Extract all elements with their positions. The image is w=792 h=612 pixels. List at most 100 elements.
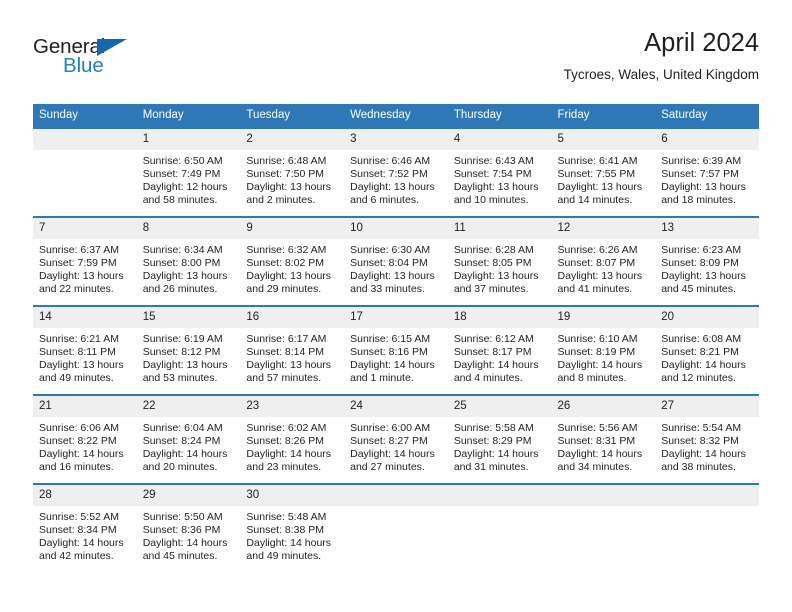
day-number: 12 (551, 218, 656, 239)
calendar-day-cell[interactable]: 20 Sunrise: 6:08 AM Sunset: 8:21 PM Dayligh… (655, 305, 759, 395)
sunrise-time: Sunrise: 6:37 AM (39, 244, 119, 256)
sunrise-time: Sunrise: 6:17 AM (246, 333, 327, 345)
calendar-day-cell[interactable]: 8 Sunrise: 6:34 AM Sunset: 8:00 PM Daylight… (136, 216, 241, 306)
day-details: Sunrise: 6:26 AM Sunset: 8:07 PM Daylight:… (552, 239, 656, 296)
day-details: Sunrise: 5:56 AM Sunset: 8:31 PM Daylight:… (552, 417, 656, 474)
sunset-time: Sunset: 8:09 PM (661, 257, 739, 270)
weekday-header-monday: Monday (136, 104, 241, 128)
day-details: Sunrise: 5:54 AM Sunset: 8:32 PM Daylight:… (655, 417, 759, 474)
sunset-time: Sunset: 8:12 PM (142, 346, 221, 359)
calendar-day-cell[interactable]: 21 Sunrise: 6:06 AM Sunset: 8:22 PM Dayligh… (33, 394, 137, 484)
calendar-day-cell[interactable]: 7 Sunrise: 6:37 AM Sunset: 7:59 PM Daylight… (33, 216, 137, 306)
calendar-empty-cell (551, 483, 656, 573)
calendar-day-cell[interactable]: 10 Sunrise: 6:30 AM Sunset: 8:04 PM Dayligh… (344, 216, 448, 306)
sunset-time: Sunset: 8:19 PM (557, 346, 636, 359)
day-details: Sunrise: 6:46 AM Sunset: 7:52 PM Daylight:… (344, 150, 448, 207)
sunrise-time: Sunrise: 6:02 AM (246, 422, 327, 434)
daylight-duration-line1: Daylight: 14 hours (39, 448, 124, 461)
sunset-time: Sunset: 7:52 PM (350, 168, 428, 181)
calendar-day-cell[interactable]: 17 Sunrise: 6:15 AM Sunset: 8:16 PM Dayligh… (344, 305, 448, 395)
daylight-duration-line2: and 31 minutes. (453, 461, 529, 474)
sunset-time: Sunset: 8:27 PM (350, 435, 428, 448)
sunrise-time: Sunrise: 6:10 AM (557, 333, 638, 345)
calendar-day-cell[interactable]: 13 Sunrise: 6:23 AM Sunset: 8:09 PM Dayligh… (655, 216, 759, 306)
day-number: 17 (344, 307, 448, 328)
calendar-day-cell[interactable]: 14 Sunrise: 6:21 AM Sunset: 8:11 PM Dayligh… (33, 305, 137, 395)
weekday-header-sunday: Sunday (33, 104, 137, 128)
calendar-day-cell[interactable]: 1 Sunrise: 6:50 AM Sunset: 7:49 PM Daylight… (136, 127, 241, 217)
day-details: Sunrise: 6:00 AM Sunset: 8:27 PM Daylight:… (344, 417, 448, 474)
calendar-day-cell[interactable]: 25 Sunrise: 5:58 AM Sunset: 8:29 PM Dayligh… (447, 394, 552, 484)
calendar-day-cell[interactable]: 24 Sunrise: 6:00 AM Sunset: 8:27 PM Dayligh… (344, 394, 448, 484)
calendar-day-cell[interactable]: 23 Sunrise: 6:02 AM Sunset: 8:26 PM Dayligh… (240, 394, 345, 484)
day-number: 15 (136, 307, 241, 328)
daylight-duration-line1: Daylight: 13 hours (350, 181, 435, 194)
daylight-duration-line1: Daylight: 14 hours (39, 537, 124, 550)
daylight-duration-line1: Daylight: 14 hours (142, 537, 228, 550)
calendar-day-cell[interactable]: 12 Sunrise: 6:26 AM Sunset: 8:07 PM Dayligh… (551, 216, 656, 306)
sunrise-time: Sunrise: 6:46 AM (350, 155, 431, 167)
calendar-day-cell[interactable]: 4 Sunrise: 6:43 AM Sunset: 7:54 PM Daylight… (447, 127, 552, 217)
calendar-day-cell[interactable]: 5 Sunrise: 6:41 AM Sunset: 7:55 PM Daylight… (551, 127, 656, 217)
general-blue-logo[interactable]: General Blue (33, 36, 153, 82)
calendar-empty-cell (447, 483, 552, 573)
day-details: Sunrise: 6:17 AM Sunset: 8:14 PM Daylight:… (240, 328, 344, 385)
weekday-header-row: Sunday Monday Tuesday Wednesday Thursday… (33, 104, 759, 128)
calendar-day-cell[interactable]: 27 Sunrise: 5:54 AM Sunset: 8:32 PM Dayligh… (655, 394, 759, 484)
daylight-duration-line1: Daylight: 13 hours (557, 270, 643, 283)
calendar-week-row: 1 Sunrise: 6:50 AM Sunset: 7:49 PM Daylight… (33, 127, 759, 217)
day-number: 23 (240, 396, 345, 417)
sunrise-time: Sunrise: 6:12 AM (453, 333, 534, 345)
sunset-time: Sunset: 8:02 PM (246, 257, 325, 270)
calendar-empty-cell (655, 483, 759, 573)
sunset-time: Sunset: 8:31 PM (557, 435, 636, 448)
daylight-duration-line1: Daylight: 14 hours (557, 448, 643, 461)
day-number: 13 (655, 218, 759, 239)
daylight-duration-line1: Daylight: 13 hours (453, 270, 539, 283)
day-details: Sunrise: 6:12 AM Sunset: 8:17 PM Daylight:… (448, 328, 552, 385)
daylight-duration-line1: Daylight: 14 hours (661, 448, 746, 461)
day-number: 7 (33, 218, 137, 239)
daylight-duration-line2: and 34 minutes. (557, 461, 633, 474)
daylight-duration-line2: and 33 minutes. (350, 283, 425, 296)
calendar-day-cell[interactable]: 28 Sunrise: 5:52 AM Sunset: 8:34 PM Dayligh… (33, 483, 137, 573)
sunrise-time: Sunrise: 6:43 AM (453, 155, 534, 167)
day-details: Sunrise: 5:48 AM Sunset: 8:38 PM Daylight:… (240, 506, 344, 563)
daylight-duration-line2: and 18 minutes. (661, 194, 736, 207)
daylight-duration-line2: and 45 minutes. (661, 283, 736, 296)
day-number: 25 (447, 396, 552, 417)
sunset-time: Sunset: 8:34 PM (39, 524, 117, 537)
calendar-day-cell[interactable]: 19 Sunrise: 6:10 AM Sunset: 8:19 PM Dayligh… (551, 305, 656, 395)
daylight-duration-line2: and 20 minutes. (142, 461, 218, 474)
calendar-day-cell[interactable]: 30 Sunrise: 5:48 AM Sunset: 8:38 PM Dayligh… (240, 483, 345, 573)
daylight-duration-line1: Daylight: 13 hours (39, 270, 124, 283)
day-number: 8 (136, 218, 241, 239)
day-details: Sunrise: 6:15 AM Sunset: 8:16 PM Daylight:… (344, 328, 448, 385)
day-number: 19 (551, 307, 656, 328)
day-number: 22 (136, 396, 241, 417)
calendar-day-cell[interactable]: 11 Sunrise: 6:28 AM Sunset: 8:05 PM Dayligh… (447, 216, 552, 306)
day-number: 29 (136, 485, 241, 506)
day-number: 10 (344, 218, 448, 239)
sunrise-time: Sunrise: 6:23 AM (661, 244, 742, 256)
sunrise-time: Sunrise: 5:50 AM (142, 511, 223, 523)
sunset-time: Sunset: 8:11 PM (39, 346, 116, 359)
calendar-day-cell[interactable]: 9 Sunrise: 6:32 AM Sunset: 8:02 PM Daylight… (240, 216, 345, 306)
daylight-duration-line2: and 29 minutes. (246, 283, 322, 296)
calendar-day-cell[interactable]: 3 Sunrise: 6:46 AM Sunset: 7:52 PM Daylight… (344, 127, 448, 217)
calendar-day-cell[interactable]: 26 Sunrise: 5:56 AM Sunset: 8:31 PM Dayligh… (551, 394, 656, 484)
day-details: Sunrise: 6:37 AM Sunset: 7:59 PM Daylight:… (33, 239, 137, 296)
calendar-day-cell[interactable]: 15 Sunrise: 6:19 AM Sunset: 8:12 PM Dayligh… (136, 305, 241, 395)
calendar-day-cell[interactable]: 22 Sunrise: 6:04 AM Sunset: 8:24 PM Dayligh… (136, 394, 241, 484)
calendar-day-cell[interactable]: 29 Sunrise: 5:50 AM Sunset: 8:36 PM Dayligh… (136, 483, 241, 573)
calendar-day-cell[interactable]: 18 Sunrise: 6:12 AM Sunset: 8:17 PM Dayligh… (447, 305, 552, 395)
calendar-day-cell[interactable]: 16 Sunrise: 6:17 AM Sunset: 8:14 PM Dayligh… (240, 305, 345, 395)
daylight-duration-line2: and 38 minutes. (661, 461, 736, 474)
calendar-day-cell[interactable]: 6 Sunrise: 6:39 AM Sunset: 7:57 PM Daylight… (655, 127, 759, 217)
weekday-header-wednesday: Wednesday (344, 104, 448, 128)
sunrise-time: Sunrise: 5:54 AM (661, 422, 742, 434)
weekday-header-thursday: Thursday (447, 104, 552, 128)
daylight-duration-line1: Daylight: 12 hours (142, 181, 228, 194)
day-number: 9 (240, 218, 345, 239)
calendar-day-cell[interactable]: 2 Sunrise: 6:48 AM Sunset: 7:50 PM Daylight… (240, 127, 345, 217)
